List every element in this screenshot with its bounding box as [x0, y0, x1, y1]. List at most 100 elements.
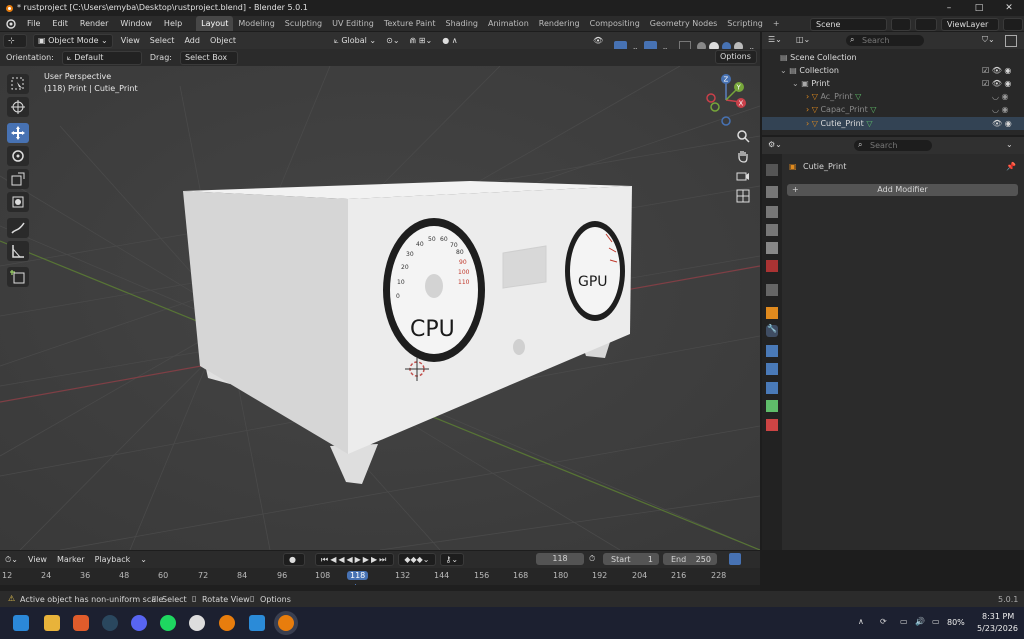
outliner-scene-collection[interactable]: ▤ Scene Collection — [780, 53, 857, 62]
outliner-editor-icon[interactable]: ☰⌄ — [768, 35, 782, 44]
proportional-edit-icon[interactable]: ● ∧ — [437, 32, 462, 49]
properties-search-input[interactable]: ⌕ Search — [854, 140, 932, 151]
timeline-menu-view[interactable]: View — [23, 551, 52, 568]
pin-icon[interactable]: 📌 — [1006, 162, 1016, 171]
neg-y-axis-icon[interactable] — [710, 102, 720, 112]
neg-z-axis-icon[interactable] — [721, 116, 731, 126]
tab-uv-editing[interactable]: UV Editing — [327, 16, 379, 31]
mode-selector[interactable]: ▣ Object Mode ⌄ — [33, 33, 113, 48]
grid-view-icon[interactable] — [736, 189, 754, 205]
scene-selector[interactable]: Scene — [810, 18, 887, 31]
pivot-point-icon[interactable]: ⊙⌄ — [381, 32, 404, 49]
properties-options-icon[interactable]: ⌄ — [1006, 140, 1013, 149]
record-icon[interactable]: ● — [283, 553, 305, 566]
tab-layout[interactable]: Layout — [196, 16, 234, 31]
menu-file[interactable]: File — [21, 16, 46, 31]
filter-icon[interactable]: ⛉⌄ — [982, 35, 995, 45]
outliner-collection[interactable]: ⌄ ▤ Collection — [780, 66, 839, 75]
network-icon[interactable]: ▭ — [900, 617, 908, 626]
select-box-tool[interactable] — [7, 74, 29, 94]
display-mode-icon[interactable]: ◫⌄ — [796, 35, 810, 44]
file-explorer-icon[interactable] — [44, 615, 60, 631]
capac-print-visibility-icon[interactable]: ◡ ◉ — [992, 105, 1009, 114]
render-tab-icon[interactable] — [766, 186, 778, 198]
windows-start-icon[interactable] — [13, 615, 29, 631]
drag-dropdown[interactable]: Select Box — [179, 50, 238, 65]
orientation-dropdown[interactable]: ⟀ Default — [61, 50, 142, 65]
new-scene-button[interactable] — [891, 18, 911, 31]
rotate-tool[interactable] — [7, 146, 29, 166]
editor-type-clock-icon[interactable]: ⏱⌄ — [0, 551, 23, 568]
navigation-gizmo[interactable]: Z X Y — [700, 72, 752, 128]
transform-tool[interactable] — [7, 192, 29, 212]
tab-sculpting[interactable]: Sculpting — [280, 16, 327, 31]
annotate-tool[interactable] — [7, 218, 29, 238]
menu-add[interactable]: Add — [179, 32, 205, 49]
brave-browser-icon[interactable] — [73, 615, 89, 631]
spotify-icon[interactable] — [160, 615, 176, 631]
end-frame-field[interactable]: End 250 — [663, 553, 717, 565]
outliner-search-input[interactable]: ⌕ Search — [846, 35, 924, 46]
constraints-tab-icon[interactable] — [766, 382, 778, 394]
vscode-icon[interactable] — [249, 615, 265, 631]
camera-view-icon[interactable] — [736, 169, 754, 185]
snap-icon[interactable]: ⋒ ⊞⌄ — [405, 32, 438, 49]
playback-controls[interactable]: ⏮◀◀◀▶▶▶⏭ — [315, 553, 395, 566]
outliner-capac-print[interactable]: › ▽ Capac_Print ▽ — [806, 105, 876, 114]
menu-help[interactable]: Help — [158, 16, 188, 31]
output-tab-icon[interactable] — [766, 206, 778, 218]
tray-overflow-icon[interactable]: ∧ — [858, 617, 864, 626]
start-frame-field[interactable]: Start 1 — [603, 553, 659, 565]
zoom-icon[interactable] — [736, 129, 754, 145]
new-collection-icon[interactable] — [1005, 35, 1017, 47]
outliner-cutie-print[interactable]: › ▽ Cutie_Print ▽ — [806, 119, 873, 128]
editor-type-icon[interactable]: ⊹ — [3, 33, 27, 48]
tab-scripting[interactable]: Scripting — [722, 16, 768, 31]
outliner-selected-row[interactable] — [762, 117, 1024, 130]
collection-checkbox[interactable]: ☑ 👁 ◉ — [982, 66, 1011, 75]
new-view-layer-button[interactable] — [1003, 18, 1023, 31]
menu-edit[interactable]: Edit — [46, 16, 74, 31]
blender-active-taskbar-icon[interactable] — [278, 615, 294, 631]
current-frame-field[interactable]: 118 — [536, 553, 584, 565]
playback-dropdown-icon[interactable]: ⌄ — [135, 551, 152, 568]
add-workspace-button[interactable]: + — [768, 16, 785, 31]
maximize-button[interactable]: □ — [964, 0, 994, 16]
timeline-menu-playback[interactable]: Playback — [90, 551, 136, 568]
tab-geometry-nodes[interactable]: Geometry Nodes — [645, 16, 722, 31]
object-tab-icon[interactable] — [766, 307, 778, 319]
pan-hand-icon[interactable] — [736, 149, 754, 165]
tab-shading[interactable]: Shading — [440, 16, 483, 31]
physics-tab-icon[interactable] — [766, 363, 778, 375]
timeline-menu-marker[interactable]: Marker — [52, 551, 90, 568]
outliner-print[interactable]: ⌄ ▣ Print — [792, 79, 830, 88]
view-layer-selector[interactable]: ViewLayer — [941, 18, 999, 31]
world-tab-icon[interactable] — [766, 260, 778, 272]
blender-taskbar-icon[interactable] — [219, 615, 235, 631]
blender-menu-icon[interactable] — [5, 18, 17, 29]
ac-print-visibility-icon[interactable]: ◡ ◉ — [992, 92, 1009, 101]
collection-tab-icon[interactable] — [766, 284, 778, 296]
tab-rendering[interactable]: Rendering — [534, 16, 585, 31]
scene-tab-icon[interactable] — [766, 242, 778, 254]
cutie-print-visibility-icon[interactable]: 👁 ◉ — [992, 119, 1012, 128]
material-tab-icon[interactable] — [766, 419, 778, 431]
tab-compositing[interactable]: Compositing — [585, 16, 645, 31]
outliner-ac-print[interactable]: › ▽ Ac_Print ▽ — [806, 92, 861, 101]
scale-tool[interactable] — [7, 169, 29, 189]
menu-object[interactable]: Object — [205, 32, 241, 49]
keyframe-controls[interactable]: ◆◆◆⌄ — [398, 553, 436, 566]
minimize-button[interactable]: – — [934, 0, 964, 16]
menu-select[interactable]: Select — [145, 32, 180, 49]
clock-date[interactable]: 5/23/2026 — [977, 624, 1018, 633]
add-cube-tool[interactable] — [7, 267, 29, 287]
transform-orientation-dropdown[interactable]: ⟀ Global ⌄ — [329, 32, 381, 49]
properties-editor-icon[interactable]: ⚙⌄ — [768, 140, 782, 149]
modifier-tab-icon[interactable]: 🔧 — [766, 324, 778, 337]
close-button[interactable]: ✕ — [994, 0, 1024, 16]
menu-window[interactable]: Window — [114, 16, 158, 31]
timeline-ruler[interactable]: 12 24 36 48 60 72 84 96 108 118 132 144 156 168 180 192… — [0, 568, 760, 591]
menu-render[interactable]: Render — [74, 16, 114, 31]
auto-keying-icon[interactable]: ⚷⌄ — [439, 553, 465, 566]
view-layer-tab-icon[interactable] — [766, 224, 778, 236]
